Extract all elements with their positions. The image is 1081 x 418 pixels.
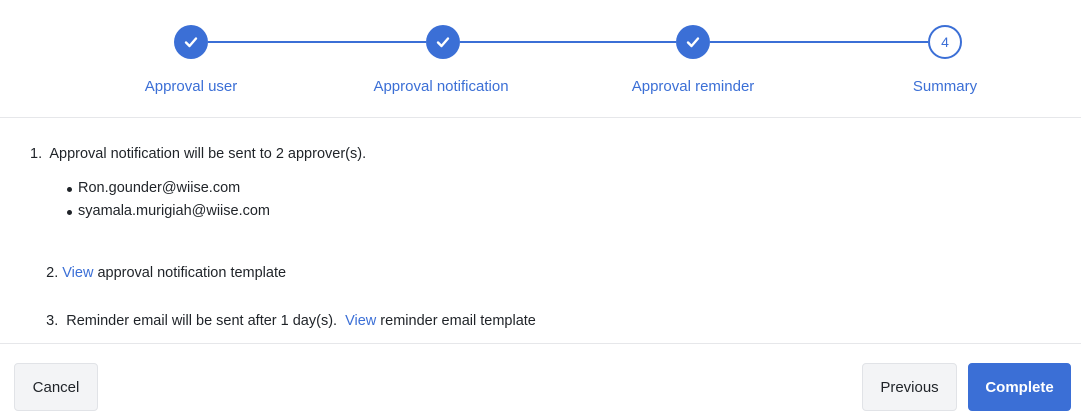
summary-item-3-suffix: reminder email template <box>376 313 536 329</box>
summary-item-3-prefix: 3. Reminder email will be sent after 1 d… <box>46 313 346 329</box>
complete-button[interactable]: Complete <box>968 363 1071 411</box>
approver-list-item: Ron.gounder@wiise.com <box>66 180 241 196</box>
step-3-complete[interactable] <box>676 25 710 59</box>
check-icon <box>436 37 450 48</box>
summary-item-2: 2. View approval notification template <box>30 249 286 297</box>
step-1-complete[interactable] <box>174 25 208 59</box>
view-notification-template-link[interactable]: View <box>62 265 93 281</box>
summary-item-2-prefix: 2. <box>46 265 63 281</box>
step-connector <box>208 41 426 43</box>
footer: Cancel Previous Complete <box>0 344 1081 418</box>
step-connector <box>460 41 676 43</box>
step-2-complete[interactable] <box>426 25 460 59</box>
step-number: 4 <box>941 34 949 50</box>
view-reminder-template-link[interactable]: View <box>345 313 376 329</box>
step-label-approval-user[interactable]: Approval user <box>81 78 301 95</box>
check-icon <box>184 37 198 48</box>
cancel-button[interactable]: Cancel <box>14 363 98 411</box>
step-label-summary[interactable]: Summary <box>835 78 1055 95</box>
summary-item-2-suffix: approval notification template <box>93 265 287 281</box>
approver-list-item: syamala.murigiah@wiise.com <box>67 203 270 219</box>
summary-content: 1. Approval notification will be sent to… <box>0 118 1081 344</box>
step-connector <box>710 41 928 43</box>
step-label-approval-notification[interactable]: Approval notification <box>331 78 551 95</box>
step-label-approval-reminder[interactable]: Approval reminder <box>583 78 803 95</box>
stepper: 4 Approval user Approval notification Ap… <box>0 0 1081 118</box>
summary-item-3: 3. Reminder email will be sent after 1 d… <box>30 297 536 345</box>
summary-item-1: 1. Approval notification will be sent to… <box>30 146 367 162</box>
check-icon <box>686 37 700 48</box>
step-4-current[interactable]: 4 <box>928 25 962 59</box>
previous-button[interactable]: Previous <box>862 363 957 411</box>
